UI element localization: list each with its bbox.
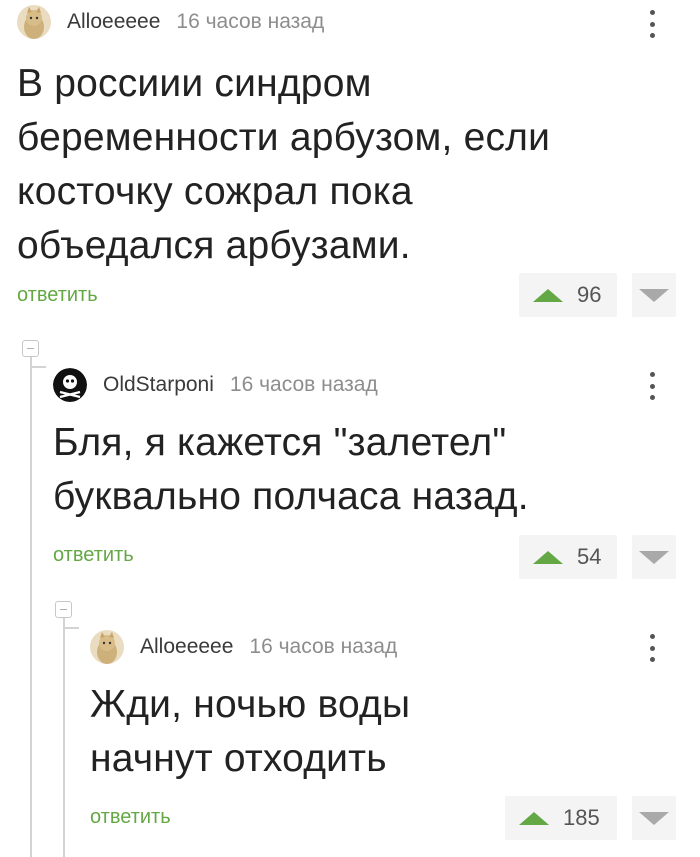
comment-text: В россиии синдром беременности арбузом, … xyxy=(17,62,551,267)
collapse-icon[interactable] xyxy=(55,601,72,618)
more-vertical-icon[interactable] xyxy=(640,366,664,406)
thread-line xyxy=(30,357,32,857)
reply-button[interactable]: ответить xyxy=(17,284,98,307)
comment-text: Бля, я кажется "залетел" буквально полча… xyxy=(53,421,529,518)
upvote-button[interactable]: 185 xyxy=(505,796,617,840)
cat-avatar-icon xyxy=(90,630,124,664)
timestamp[interactable]: 16 часов назад xyxy=(230,373,378,397)
comment-header: Alloeeeee 16 часов назад xyxy=(90,630,397,664)
pirate-avatar-icon xyxy=(53,368,87,402)
avatar[interactable] xyxy=(17,5,51,39)
username[interactable]: Alloeeeee xyxy=(67,10,160,34)
thread-branch xyxy=(63,627,79,629)
thread-line xyxy=(63,618,65,857)
timestamp[interactable]: 16 часов назад xyxy=(249,635,397,659)
upvote-icon xyxy=(533,550,563,564)
downvote-button[interactable] xyxy=(632,535,676,579)
upvote-button[interactable]: 54 xyxy=(519,535,617,579)
downvote-icon xyxy=(639,550,669,564)
downvote-icon xyxy=(639,811,669,825)
upvote-icon xyxy=(519,811,549,825)
username[interactable]: OldStarponi xyxy=(103,373,214,397)
thread-branch xyxy=(30,366,46,368)
reply-button[interactable]: ответить xyxy=(90,806,171,829)
more-vertical-icon[interactable] xyxy=(640,4,664,44)
upvote-icon xyxy=(533,288,563,302)
timestamp[interactable]: 16 часов назад xyxy=(176,10,324,34)
downvote-button[interactable] xyxy=(632,273,676,317)
downvote-button[interactable] xyxy=(632,796,676,840)
username[interactable]: Alloeeeee xyxy=(140,635,233,659)
reply-button[interactable]: ответить xyxy=(53,544,134,567)
comment-text: Жди, ночью воды начнут отходить xyxy=(90,683,411,780)
rating-value: 185 xyxy=(563,805,600,830)
avatar[interactable] xyxy=(90,630,124,664)
rating-value: 54 xyxy=(577,544,602,569)
more-vertical-icon[interactable] xyxy=(640,628,664,668)
rating-value: 96 xyxy=(577,282,602,307)
downvote-icon xyxy=(639,288,669,302)
upvote-button[interactable]: 96 xyxy=(519,273,617,317)
collapse-icon[interactable] xyxy=(22,340,39,357)
avatar[interactable] xyxy=(53,368,87,402)
comment-header: OldStarponi 16 часов назад xyxy=(53,368,378,402)
cat-avatar-icon xyxy=(17,5,51,39)
comment-header: Alloeeeee 16 часов назад xyxy=(17,5,324,39)
